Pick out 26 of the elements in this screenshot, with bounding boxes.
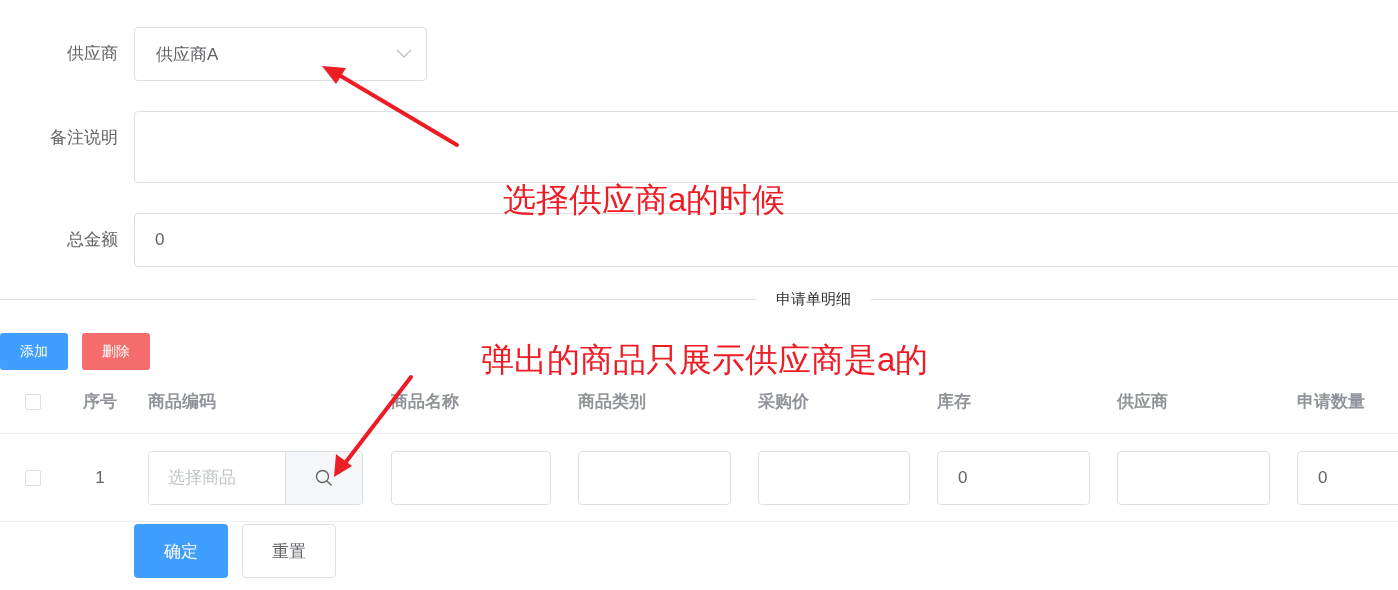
product-picker[interactable]: 选择商品 xyxy=(148,450,363,505)
input-field[interactable] xyxy=(578,450,731,505)
input-field[interactable] xyxy=(1117,450,1270,505)
field-label: 总金额 xyxy=(66,229,119,251)
field-label: 备注说明 xyxy=(49,127,119,149)
column-header: 商品类别 xyxy=(577,391,647,413)
column-header: 采购价 xyxy=(757,391,810,413)
row-checkbox[interactable] xyxy=(25,469,41,486)
column-header: 序号 xyxy=(82,391,118,413)
input-field[interactable]: 0 xyxy=(937,450,1090,505)
select-all-checkbox[interactable] xyxy=(25,393,41,410)
row-index: 1 xyxy=(94,467,106,488)
annotation-text: 弹出的商品只展示供应商是a的 xyxy=(481,340,929,380)
column-header: 供应商 xyxy=(1116,391,1169,413)
input-field[interactable]: 0 xyxy=(1297,450,1398,505)
supplier-select[interactable]: 供应商A xyxy=(134,27,427,81)
input-field[interactable] xyxy=(391,450,551,505)
column-header: 商品编码 xyxy=(147,391,217,413)
chevron-down-icon xyxy=(396,49,412,59)
column-header: 申请数量 xyxy=(1296,391,1366,413)
column-header: 库存 xyxy=(936,391,972,413)
reset-button[interactable]: 重置 xyxy=(242,524,336,578)
input-field[interactable] xyxy=(758,450,910,505)
search-icon[interactable] xyxy=(315,468,333,487)
field-label: 供应商 xyxy=(66,43,119,65)
remarks-textarea[interactable] xyxy=(134,111,1398,183)
